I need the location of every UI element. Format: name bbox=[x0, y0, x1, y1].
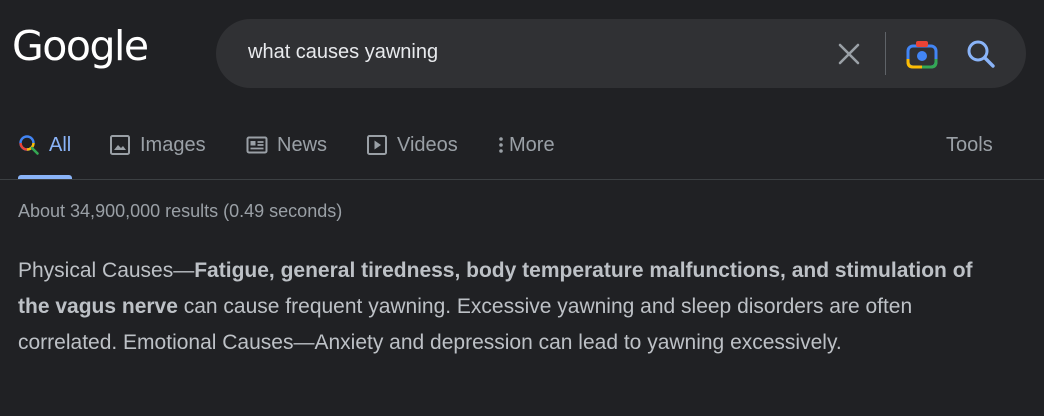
snippet-prefix: Physical Causes— bbox=[18, 259, 195, 282]
image-icon bbox=[110, 135, 130, 155]
tab-more-label: More bbox=[509, 133, 555, 156]
search-icon[interactable] bbox=[965, 38, 997, 70]
tools-button[interactable]: Tools bbox=[946, 132, 993, 158]
tools-label: Tools bbox=[946, 133, 993, 156]
search-divider bbox=[885, 32, 886, 75]
tab-all[interactable]: All bbox=[18, 132, 71, 158]
search-box[interactable]: what causes yawning bbox=[216, 19, 1026, 88]
tab-more[interactable]: More bbox=[497, 132, 555, 158]
tab-news[interactable]: News bbox=[246, 132, 327, 158]
tab-images-label: Images bbox=[140, 133, 206, 156]
featured-snippet: Physical Causes—Fatigue, general tiredne… bbox=[18, 253, 1008, 361]
more-vertical-icon bbox=[499, 137, 503, 153]
google-logo[interactable]: Google bbox=[12, 26, 149, 67]
active-tab-indicator bbox=[18, 175, 72, 179]
close-icon[interactable] bbox=[834, 39, 864, 69]
search-input[interactable]: what causes yawning bbox=[248, 41, 438, 64]
tab-videos-label: Videos bbox=[397, 133, 458, 156]
search-tabs: All Images News Videos More Tools bbox=[0, 120, 1044, 180]
tab-videos[interactable]: Videos bbox=[366, 132, 458, 158]
tab-all-label: All bbox=[49, 133, 72, 156]
tab-news-label: News bbox=[277, 133, 328, 156]
google-lens-icon[interactable] bbox=[905, 38, 939, 70]
video-play-icon bbox=[367, 135, 387, 155]
news-icon bbox=[246, 136, 268, 154]
result-stats: About 34,900,000 results (0.49 seconds) bbox=[18, 201, 343, 221]
search-icon bbox=[19, 135, 39, 155]
tab-images[interactable]: Images bbox=[109, 132, 206, 158]
